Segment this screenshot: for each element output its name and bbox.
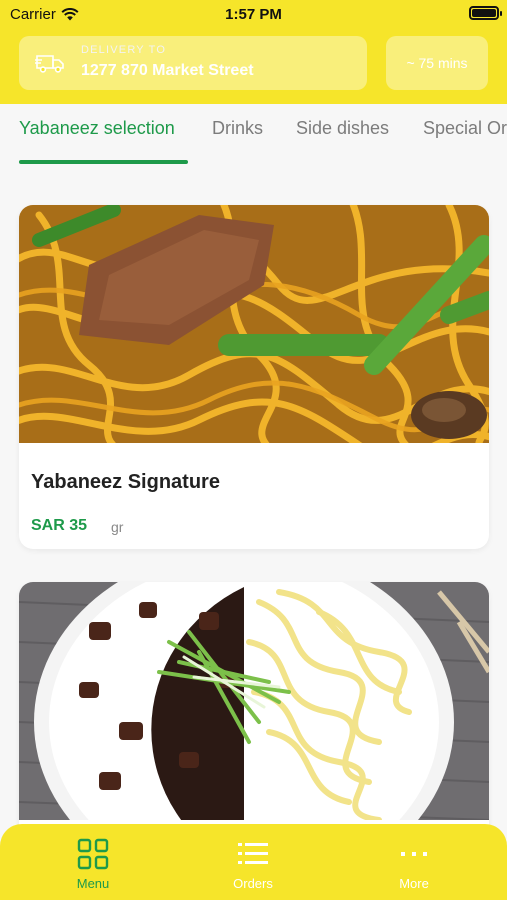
bottom-nav: Menu Orders More (0, 824, 507, 900)
clock: 1:57 PM (225, 6, 282, 23)
nav-orders-label: Orders (233, 876, 273, 891)
delivery-truck-icon (35, 55, 64, 73)
tab-drinks[interactable]: Drinks (212, 118, 263, 139)
list-icon (238, 843, 268, 864)
tab-side-dishes[interactable]: Side dishes (296, 118, 389, 139)
delivery-eta[interactable]: ~ 75 mins (386, 36, 488, 90)
nav-menu[interactable]: Menu (43, 838, 143, 891)
tab-yabaneez-selection[interactable]: Yabaneez selection (19, 118, 175, 139)
menu-item-unit: gr (111, 519, 124, 535)
menu-item-name: Yabaneez Signature (31, 471, 220, 493)
active-tab-indicator (19, 160, 188, 164)
nav-more[interactable]: More (364, 838, 464, 891)
jajangmyeon-photo (19, 582, 489, 820)
nav-menu-label: Menu (76, 876, 110, 891)
tab-special-orders[interactable]: Special Orders (423, 118, 507, 139)
menu-item-card[interactable]: Yabaneez Signature SAR 35 gr (19, 205, 489, 549)
noodles-beef-photo (19, 205, 489, 443)
delivery-address: 1277 870 Market Street (81, 62, 254, 79)
menu-item-price: SAR 35 (31, 517, 88, 534)
delivery-address-button[interactable]: DELIVERY TO 1277 870 Market Street (19, 36, 367, 90)
battery-icon (469, 6, 502, 20)
category-tabs: Yabaneez selection Drinks Side dishes Sp… (0, 104, 507, 166)
more-dots-icon (401, 852, 427, 856)
nav-orders[interactable]: Orders (203, 838, 303, 891)
nav-more-label: More (399, 876, 429, 891)
header: Carrier 1:57 PM DELIVERY TO 1277 870 Mar… (0, 0, 507, 104)
grid-icon (77, 838, 109, 870)
delivery-label: DELIVERY TO (81, 44, 167, 56)
status-bar: Carrier 1:57 PM (0, 0, 507, 30)
